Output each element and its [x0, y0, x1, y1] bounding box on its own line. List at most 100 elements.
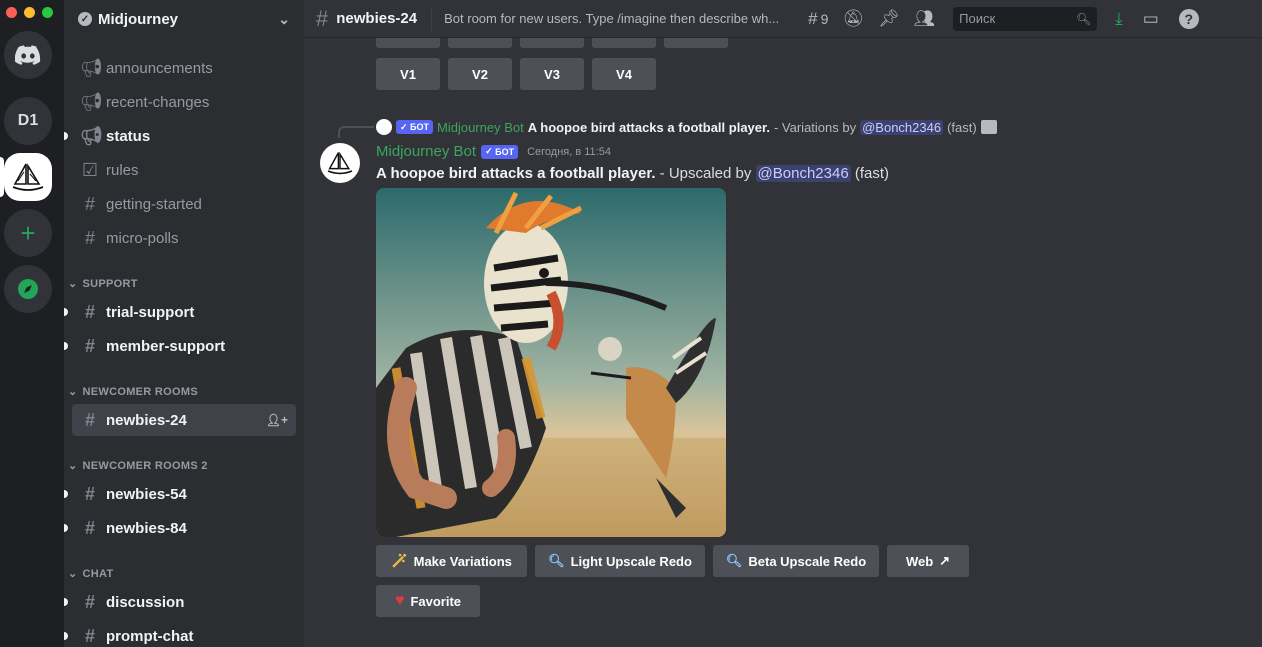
minimize-window-button[interactable]	[24, 7, 35, 18]
threads-button[interactable]: # 9	[808, 9, 828, 29]
message-timestamp: Сегодня, в 11:54	[527, 145, 611, 158]
external-link-icon: ↗	[939, 553, 951, 568]
message-content: A hoopoe bird attacks a football player.…	[376, 165, 889, 182]
button-label: Light Upscale Redo	[570, 553, 692, 569]
variation-button-v4[interactable]: V4	[592, 58, 656, 90]
channel-label: prompt-chat	[106, 627, 194, 645]
reply-author[interactable]: Midjourney Bot	[437, 120, 524, 135]
button-label: V4	[616, 66, 632, 82]
hash-icon: #	[84, 227, 95, 248]
channel-label: announcements	[106, 59, 213, 77]
make-variations-button[interactable]: 🪄︎ Make Variations	[376, 545, 527, 577]
message-prompt: A hoopoe bird attacks a football player.	[376, 165, 656, 182]
channel-label: member-support	[106, 337, 226, 355]
inbox-button[interactable]: ▭	[1143, 9, 1159, 29]
channel-member-support[interactable]: # member-support	[64, 330, 296, 362]
channel-newbies-54[interactable]: # newbies-54	[64, 478, 296, 510]
magnifier-icon: 🔍︎	[548, 553, 565, 568]
channel-getting-started[interactable]: # getting-started	[72, 188, 296, 220]
invite-member-icon[interactable]: 👤︎+	[266, 413, 288, 427]
button-label: Favorite	[410, 593, 462, 609]
generated-image[interactable]	[376, 188, 726, 537]
channel-label: discussion	[106, 593, 185, 611]
variation-button-v2[interactable]: V2	[448, 58, 512, 90]
download-button[interactable]: ⤓	[1115, 9, 1123, 29]
server-d1[interactable]: D1	[4, 97, 52, 145]
channel-newbies-84[interactable]: # newbies-84	[64, 512, 296, 544]
bot-badge: ✓ БОТ	[396, 120, 434, 134]
unread-indicator	[64, 524, 68, 532]
channel-topic[interactable]: Bot room for new users. Type /imagine th…	[444, 11, 794, 26]
explore-servers-button[interactable]	[4, 265, 52, 313]
unread-indicator	[64, 598, 68, 606]
add-server-button[interactable]: +	[4, 209, 52, 257]
reply-reference[interactable]: ✓ БОТ Midjourney Bot A hoopoe bird attac…	[376, 119, 997, 135]
home-button[interactable]	[4, 31, 52, 79]
channel-newbies-24[interactable]: # newbies-24 👤︎+	[72, 404, 296, 436]
guild-header[interactable]: ✓ Midjourney ⌄	[64, 0, 304, 38]
web-button[interactable]: Web ↗	[887, 545, 969, 577]
megaphone-icon: 📢︎	[80, 91, 103, 112]
zoom-window-button[interactable]	[42, 7, 53, 18]
member-list-button[interactable]: 👥︎	[914, 9, 936, 29]
threads-hash-icon: #	[84, 517, 95, 538]
message-mention[interactable]: @Bonch2346	[755, 165, 851, 182]
mute-notifications-button[interactable]: 🔕︎	[842, 9, 864, 29]
reply-mention[interactable]: @Bonch2346	[860, 119, 944, 135]
reroll-button-partial[interactable]	[664, 38, 728, 48]
pin-icon: 📌︎	[877, 8, 900, 28]
category-chat[interactable]: ⌄ CHAT	[68, 567, 113, 581]
upscale-button-partial[interactable]	[376, 38, 440, 48]
members-icon: 👥︎	[913, 8, 936, 28]
heart-icon: ♥	[394, 592, 405, 609]
magic-wand-icon: 🪄︎	[391, 553, 408, 568]
channel-status[interactable]: 📢︎ status	[64, 120, 296, 152]
variation-button-v3[interactable]: V3	[520, 58, 584, 90]
variation-button-v1[interactable]: V1	[376, 58, 440, 90]
checkbox-icon: ☑	[81, 159, 99, 180]
category-support[interactable]: ⌄ SUPPORT	[68, 277, 138, 291]
help-icon: ?	[1178, 8, 1199, 29]
channel-label: getting-started	[106, 195, 202, 213]
hash-icon: #	[84, 335, 95, 356]
channel-discussion[interactable]: # discussion	[64, 586, 296, 618]
button-label: Web	[905, 553, 934, 569]
server-rail: D1 +	[0, 0, 64, 647]
threads-icon: #	[808, 8, 818, 28]
pinned-messages-button[interactable]: 📌︎	[878, 9, 900, 29]
channel-recent-changes[interactable]: 📢︎ recent-changes	[72, 86, 296, 118]
category-newcomer-rooms[interactable]: ⌄ NEWCOMER ROOMS	[68, 385, 198, 399]
upscale-button-partial[interactable]	[520, 38, 584, 48]
discord-window: D1 + ✓ Midjourney ⌄ 📢︎ announcements 📢︎ …	[0, 0, 1262, 647]
close-window-button[interactable]	[6, 7, 17, 18]
channel-micro-polls[interactable]: # micro-polls	[72, 222, 296, 254]
unread-indicator	[64, 632, 68, 640]
channel-prompt-chat[interactable]: # prompt-chat	[64, 620, 296, 647]
message-area: V1 V2 V3 V4 ✓ БОТ Midjourney Bot A hoopo…	[304, 38, 1262, 647]
search-icon: 🔍︎	[1075, 11, 1092, 26]
channel-trial-support[interactable]: # trial-support	[64, 296, 296, 328]
channel-label: recent-changes	[106, 93, 210, 111]
category-label: NEWCOMER ROOMS	[82, 385, 198, 398]
server-midjourney[interactable]	[4, 153, 52, 201]
megaphone-icon: 📢︎	[80, 125, 103, 146]
beta-upscale-redo-button[interactable]: 🔍︎ Beta Upscale Redo	[713, 545, 879, 577]
upscale-button-partial[interactable]	[448, 38, 512, 48]
upscale-button-partial[interactable]	[592, 38, 656, 48]
author-name[interactable]: Midjourney Bot	[376, 143, 476, 160]
verified-icon: ✓	[78, 12, 92, 26]
channel-rules[interactable]: ☑ rules	[72, 154, 296, 186]
favorite-button[interactable]: ♥ Favorite	[376, 585, 480, 617]
message-suffix: - Upscaled by	[655, 165, 756, 182]
search-input[interactable]: Поиск 🔍︎	[953, 6, 1098, 31]
author-avatar[interactable]	[320, 143, 360, 183]
inbox-icon: ▭	[1142, 8, 1159, 28]
button-label: Beta Upscale Redo	[748, 553, 867, 569]
unread-indicator	[64, 490, 68, 498]
channel-announcements[interactable]: 📢︎ announcements	[72, 52, 296, 84]
bot-badge-label: БОТ	[410, 122, 430, 132]
help-button[interactable]: ?	[1178, 8, 1199, 29]
category-newcomer-rooms-2[interactable]: ⌄ NEWCOMER ROOMS 2	[68, 459, 208, 473]
button-label: V1	[400, 66, 416, 82]
light-upscale-redo-button[interactable]: 🔍︎ Light Upscale Redo	[535, 545, 705, 577]
